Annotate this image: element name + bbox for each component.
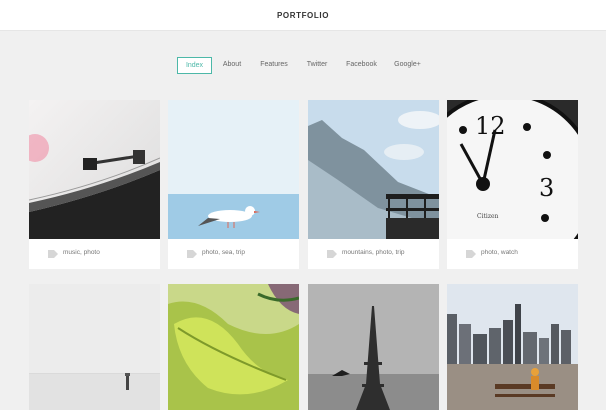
portfolio-card-lighthouse[interactable] <box>29 284 160 410</box>
tag-list[interactable]: mountains, photo, trip <box>342 249 405 256</box>
mountains-photo[interactable] <box>308 100 439 239</box>
tag-bar: mountains, photo, trip <box>308 239 439 269</box>
tag-icon <box>327 250 337 258</box>
portfolio-card-turntable[interactable]: music, photo <box>29 100 160 269</box>
nav-item-index[interactable]: Index <box>177 57 212 74</box>
seagull-photo[interactable] <box>168 100 299 239</box>
main-nav: Index About Features Twitter Facebook Go… <box>0 57 606 74</box>
tag-icon <box>466 250 476 258</box>
nav-item-facebook[interactable]: Facebook <box>343 57 380 74</box>
turntable-photo[interactable] <box>29 100 160 239</box>
city-skyline-photo[interactable] <box>447 284 578 410</box>
svg-text:3: 3 <box>539 174 554 202</box>
portfolio-card-seagull[interactable]: photo, sea, trip <box>168 100 299 269</box>
nav-item-features[interactable]: Features <box>256 57 292 74</box>
portfolio-card-mountains[interactable]: mountains, photo, trip <box>308 100 439 269</box>
tag-bar: music, photo <box>29 239 160 269</box>
lighthouse-photo[interactable] <box>29 284 160 410</box>
nav-item-about[interactable]: About <box>218 57 246 74</box>
svg-text:Citizen: Citizen <box>477 213 499 220</box>
top-bar: PORTFOLIO <box>0 0 606 31</box>
nav-item-twitter[interactable]: Twitter <box>302 57 332 74</box>
nav-item-google-plus[interactable]: Google+ <box>390 57 425 74</box>
tag-list[interactable]: music, photo <box>63 249 100 256</box>
clock-photo[interactable]: 12 3 Citizen <box>447 100 578 239</box>
site-title[interactable]: PORTFOLIO <box>0 11 606 20</box>
svg-text:12: 12 <box>475 112 506 140</box>
portfolio-card-watch[interactable]: 12 3 Citizen photo, watch <box>447 100 578 269</box>
portfolio-card-city[interactable] <box>447 284 578 410</box>
portfolio-card-eiffel[interactable] <box>308 284 439 410</box>
tag-list[interactable]: photo, sea, trip <box>202 249 245 256</box>
tag-bar: photo, sea, trip <box>168 239 299 269</box>
tag-icon <box>187 250 197 258</box>
portfolio-card-leaf[interactable] <box>168 284 299 410</box>
eiffel-tower-photo[interactable] <box>308 284 439 410</box>
tag-icon <box>48 250 58 258</box>
leaf-photo[interactable] <box>168 284 299 410</box>
tag-bar: photo, watch <box>447 239 578 269</box>
tag-list[interactable]: photo, watch <box>481 249 518 256</box>
